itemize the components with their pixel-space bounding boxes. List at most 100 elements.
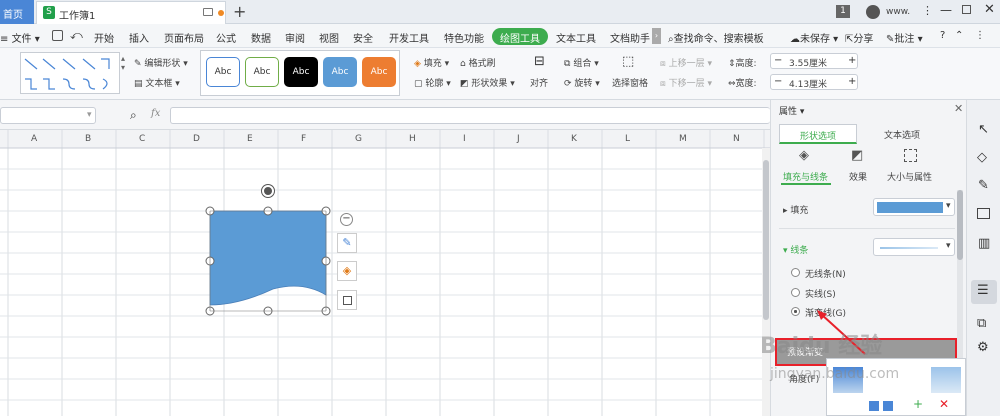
name-box-dropdown-icon[interactable]: ▾ [87, 110, 92, 120]
gallery-scroll-icon[interactable]: ▴ ▾ [121, 54, 125, 72]
shape-outline-quick-button[interactable]: ◈ [337, 261, 357, 281]
width-field[interactable]: − 4.13厘米 + [770, 74, 858, 90]
column-header-c[interactable]: C [139, 134, 145, 144]
outline-button[interactable]: ▢ 轮廓 ▾ [414, 76, 451, 89]
edit-shape-button[interactable]: ✎ 编辑形状 ▾ [134, 56, 188, 69]
picture-icon[interactable] [977, 208, 990, 219]
more-icon[interactable]: ⋮ [922, 4, 933, 17]
collapse-ribbon-icon[interactable]: ⌃ [955, 30, 963, 41]
save-icon[interactable] [52, 30, 63, 41]
window-count-badge[interactable]: 1 [836, 5, 850, 18]
tab-shape-options[interactable]: 形状选项 [779, 124, 857, 144]
popup-tool-2[interactable] [883, 401, 893, 411]
restore-icon[interactable] [962, 5, 971, 14]
add-tab-button[interactable]: + [233, 2, 246, 21]
scrollbar-thumb[interactable] [763, 160, 769, 320]
name-box[interactable]: ▾ [0, 107, 96, 124]
shape-collapse-button[interactable]: − [340, 213, 353, 226]
column-header-i[interactable]: I [463, 134, 466, 144]
style-swatch-2[interactable]: Abc [245, 57, 279, 87]
width-value[interactable]: 4.13厘米 [789, 77, 827, 90]
subtab-effect[interactable]: 效果 [849, 170, 867, 183]
panel-scrollbar-thumb[interactable] [957, 190, 963, 260]
radio-solid-line-label[interactable]: 实线(S) [805, 287, 836, 300]
fill-section-toggle[interactable]: ▸ 填充 [783, 203, 808, 216]
menu-developer[interactable]: 开发工具 [389, 30, 429, 45]
height-plus-button[interactable]: + [848, 55, 856, 66]
menu-drawing-tools[interactable]: 绘图工具 [492, 28, 548, 45]
remove-stop-icon[interactable]: ✕ [939, 397, 949, 411]
column-header-g[interactable]: G [355, 134, 362, 144]
tab-home[interactable]: 首页 [0, 0, 34, 24]
column-header-n[interactable]: N [733, 134, 740, 144]
shape-layout-quick-button[interactable] [337, 290, 357, 310]
properties-toolbar-button[interactable]: ☰ [971, 280, 997, 304]
column-header-h[interactable]: H [409, 134, 416, 144]
radio-solid-line[interactable] [791, 288, 800, 297]
panel-close-icon[interactable]: ✕ [954, 102, 963, 115]
column-header-j[interactable]: J [517, 134, 520, 144]
height-minus-button[interactable]: − [774, 55, 782, 66]
unsaved-status[interactable]: ☁未保存 ▾ [790, 30, 838, 45]
fx-button[interactable]: fx [151, 108, 160, 119]
selection-pane-button[interactable]: 选择窗格 [612, 76, 648, 89]
align-icon[interactable]: ⊟ [534, 54, 545, 69]
formula-input[interactable] [170, 107, 770, 124]
menu-review[interactable]: 审阅 [285, 30, 305, 45]
chart-icon[interactable]: ▥ [978, 236, 990, 251]
monitor-icon[interactable] [203, 8, 213, 16]
pointer-icon[interactable]: ↖ [978, 122, 989, 137]
subtab-size-property[interactable]: 大小与属性 [887, 170, 932, 183]
width-minus-button[interactable]: − [774, 76, 782, 87]
avatar[interactable] [866, 5, 880, 19]
style-swatch-1[interactable]: Abc [206, 57, 240, 87]
style-swatch-3[interactable]: Abc [284, 57, 318, 87]
radio-no-line-label[interactable]: 无线条(N) [805, 267, 846, 280]
menu-start[interactable]: 开始 [94, 30, 114, 45]
popup-swatch-2[interactable] [931, 367, 961, 393]
help-button[interactable]: ? [940, 30, 945, 41]
minimize-icon[interactable]: — [940, 3, 952, 17]
line-section-toggle[interactable]: ▾ 线条 [783, 243, 808, 256]
menu-security[interactable]: 安全 [353, 30, 373, 45]
column-header-f[interactable]: F [301, 134, 306, 144]
menu-view[interactable]: 视图 [319, 30, 339, 45]
undo-icon[interactable]: ⤺ [70, 28, 83, 43]
menu-data[interactable]: 数据 [251, 30, 271, 45]
menu-file[interactable]: ≡ 文件 ▾ [0, 30, 40, 45]
radio-no-line[interactable] [791, 268, 800, 277]
shapes-icon[interactable]: ◇ [977, 150, 987, 165]
panel-title[interactable]: 属性 ▾ [779, 104, 804, 117]
zoom-icon[interactable]: ⌕ [130, 108, 137, 123]
shape-fill-quick-button[interactable]: ✎ [337, 233, 357, 253]
column-header-m[interactable]: M [679, 134, 687, 144]
subtab-fill-line[interactable]: 填充与线条 [783, 170, 828, 183]
textbox-button[interactable]: ▤ 文本框 ▾ [134, 76, 180, 89]
group-button[interactable]: ⧉ 组合 ▾ [564, 56, 599, 69]
fill-button[interactable]: ◈ 填充 ▾ [414, 56, 449, 69]
more-menu-icon[interactable]: ⋮ [975, 30, 985, 41]
column-header-e[interactable]: E [247, 134, 253, 144]
line-gradient-select[interactable]: ▾ [873, 238, 955, 256]
align-button[interactable]: 对齐 [530, 76, 548, 89]
menu-text-tools[interactable]: 文本工具 [556, 30, 596, 45]
column-header-l[interactable]: L [625, 134, 630, 144]
height-value[interactable]: 3.55厘米 [789, 56, 827, 69]
shape-gallery[interactable] [20, 52, 120, 94]
selection-pane-icon[interactable]: ⬚ [622, 54, 634, 69]
radio-gradient-line[interactable] [791, 307, 800, 316]
style-swatch-4[interactable]: Abc [323, 57, 357, 87]
rotate-button[interactable]: ⟳ 旋转 ▾ [564, 76, 600, 89]
search-command[interactable]: ⌕查找命令、搜索模板 [668, 30, 764, 45]
shape-effect-button[interactable]: ◩ 形状效果 ▾ [460, 76, 515, 89]
menu-special[interactable]: 特色功能 [444, 30, 484, 45]
tab-text-options[interactable]: 文本选项 [863, 124, 941, 144]
backup-icon[interactable]: ⧉ [977, 316, 986, 331]
pen-tool-icon[interactable]: ✎ [978, 178, 989, 193]
format-brush-button[interactable]: ⌂ 格式刷 [460, 56, 496, 69]
height-field[interactable]: − 3.55厘米 + [770, 53, 858, 69]
close-icon[interactable]: ✕ [984, 2, 995, 17]
tab-workbook[interactable]: S 工作簿1 [36, 1, 226, 24]
menu-formula[interactable]: 公式 [216, 30, 236, 45]
menu-page-layout[interactable]: 页面布局 [164, 30, 204, 45]
